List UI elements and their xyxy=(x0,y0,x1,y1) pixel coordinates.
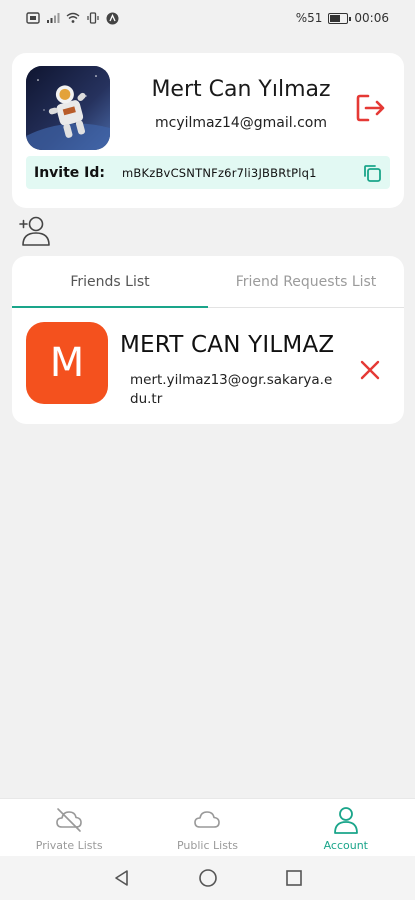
battery-fill xyxy=(330,14,340,22)
invite-id-bar: Invite Id: mBKzBvCSNTNFz6r7li3JBBRtPlq1 xyxy=(26,156,390,189)
cloud-icon xyxy=(194,811,221,828)
logout-icon xyxy=(356,94,385,122)
nav-account[interactable]: Account xyxy=(277,799,415,856)
astronaut-image xyxy=(26,66,110,150)
invite-id-value[interactable]: mBKzBvCSNTNFz6r7li3JBBRtPlq1 xyxy=(122,166,358,180)
status-right: %51 00:06 xyxy=(296,11,389,25)
vibrate-icon xyxy=(87,12,99,24)
nav-label-private-lists: Private Lists xyxy=(35,839,103,852)
friends-card: Friends List Friend Requests List M MERT… xyxy=(12,256,404,424)
person-icon xyxy=(333,807,358,834)
tab-friend-requests-list[interactable]: Friend Requests List xyxy=(208,256,404,307)
close-icon xyxy=(360,360,380,380)
invite-label: Invite Id: xyxy=(34,164,105,181)
cloud-off-icon xyxy=(56,808,82,832)
nav-label-public-lists: Public Lists xyxy=(176,839,238,852)
profile-name: Mert Can Yılmaz xyxy=(151,77,331,102)
sim-icon xyxy=(26,12,40,24)
logout-button[interactable] xyxy=(354,91,388,125)
friend-list-item[interactable]: M MERT CAN YILMAZ mert.yilmaz13@ogr.saka… xyxy=(12,308,404,424)
notification-icon xyxy=(106,12,119,24)
copy-button[interactable] xyxy=(358,159,386,187)
status-bar: %51 00:06 xyxy=(0,0,415,36)
back-icon[interactable] xyxy=(112,868,132,888)
friend-avatar: M xyxy=(26,322,108,404)
battery-icon xyxy=(328,12,352,24)
battery-percent: %51 xyxy=(295,11,323,25)
friend-email: mert.yilmaz13@ogr.sakarya.edu.tr xyxy=(130,372,333,407)
nav-private-lists[interactable]: Private Lists xyxy=(0,799,138,856)
profile-card: Mert Can Yılmaz mcyilmaz14@gmail.com Inv… xyxy=(12,53,404,208)
tab-friends-list[interactable]: Friends List xyxy=(12,256,208,308)
wifi-icon xyxy=(66,12,80,23)
profile-avatar[interactable] xyxy=(26,66,110,150)
add-friend-button[interactable] xyxy=(18,214,50,248)
remove-friend-button[interactable] xyxy=(358,358,382,382)
system-navigation-bar xyxy=(0,856,415,900)
add-person-icon xyxy=(19,216,50,246)
signal-icon xyxy=(47,13,60,23)
status-left-icons xyxy=(26,12,119,25)
copy-icon xyxy=(364,164,381,182)
recents-icon[interactable] xyxy=(284,868,304,888)
bottom-navigation: Private Lists Public Lists Account xyxy=(0,798,415,856)
home-icon[interactable] xyxy=(198,868,218,888)
nav-public-lists[interactable]: Public Lists xyxy=(138,799,276,856)
friends-tabs: Friends List Friend Requests List xyxy=(12,256,404,308)
profile-email: mcyilmaz14@gmail.com xyxy=(154,115,327,131)
status-time: 00:06 xyxy=(354,11,389,25)
nav-label-account: Account xyxy=(323,839,368,852)
friend-name: MERT CAN YILMAZ xyxy=(120,332,335,358)
